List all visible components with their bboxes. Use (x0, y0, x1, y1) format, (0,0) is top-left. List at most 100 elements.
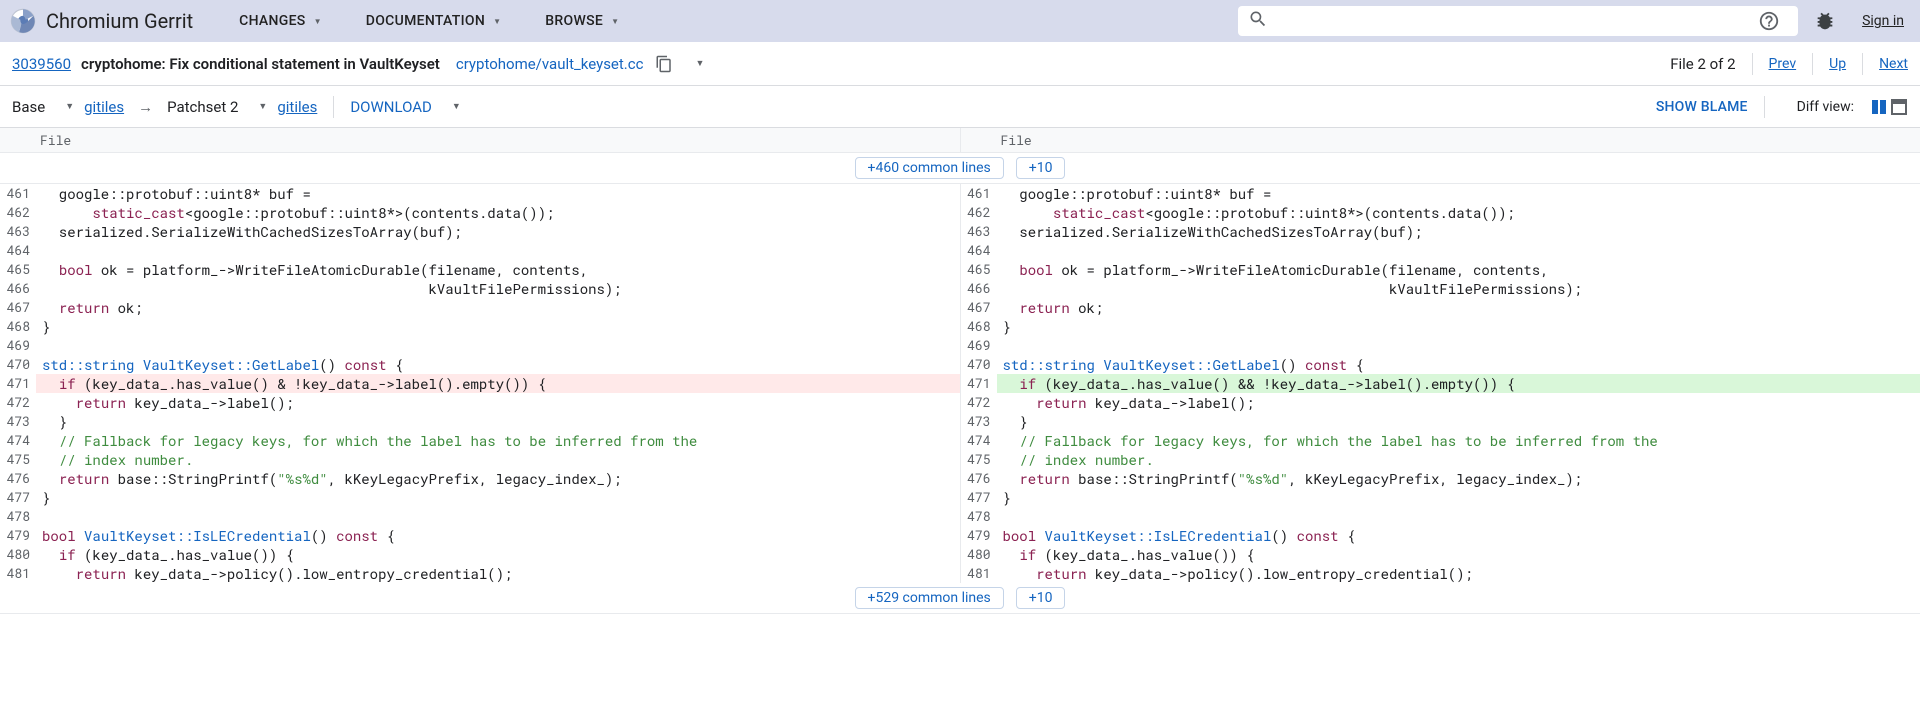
code-line[interactable]: 481 return key_data_->policy().low_entro… (0, 564, 960, 583)
unified-view-icon[interactable] (1890, 98, 1908, 116)
file-counter: File 2 of 2 (1670, 55, 1735, 73)
line-number: 466 (961, 279, 997, 298)
search-input[interactable] (1276, 13, 1750, 29)
code-line[interactable]: 473 } (961, 412, 1920, 431)
code-line[interactable]: 477} (961, 488, 1920, 507)
code-line[interactable]: 466 kVaultFilePermissions); (0, 279, 960, 298)
line-number: 476 (0, 469, 36, 488)
base-gitiles-link[interactable]: gitiles (84, 98, 124, 116)
code-line[interactable]: 472 return key_data_->label(); (961, 393, 1920, 412)
diff-right-side: 461 google::protobuf::uint8* buf =462 st… (961, 184, 1920, 583)
code-line[interactable]: 478 (0, 507, 960, 526)
code-content (997, 241, 1920, 260)
side-by-side-view-icon[interactable] (1870, 98, 1888, 116)
code-line[interactable]: 467 return ok; (961, 298, 1920, 317)
code-line[interactable]: 475 // index number. (961, 450, 1920, 469)
nav-documentation[interactable]: DOCUMENTATION▼ (348, 13, 519, 29)
up-link[interactable]: Up (1829, 56, 1846, 72)
code-line[interactable]: 465 bool ok = platform_->WriteFileAtomic… (961, 260, 1920, 279)
help-icon[interactable] (1758, 10, 1780, 32)
code-content (997, 336, 1920, 355)
chevron-down-icon: ▼ (611, 17, 619, 26)
line-number: 469 (0, 336, 36, 355)
code-content: google::protobuf::uint8* buf = (997, 184, 1920, 203)
code-line[interactable]: 479bool VaultKeyset::IsLECredential() co… (961, 526, 1920, 545)
code-line[interactable]: 480 if (key_data_.has_value()) { (0, 545, 960, 564)
code-line[interactable]: 469 (961, 336, 1920, 355)
code-line[interactable]: 470std::string VaultKeyset::GetLabel() c… (0, 355, 960, 374)
code-line[interactable]: 461 google::protobuf::uint8* buf = (0, 184, 960, 203)
show-blame-button[interactable]: SHOW BLAME (1656, 99, 1748, 115)
code-line[interactable]: 468} (961, 317, 1920, 336)
line-number: 468 (0, 317, 36, 336)
code-line[interactable]: 471 if (key_data_.has_value() && !key_da… (961, 374, 1920, 393)
line-number: 465 (961, 260, 997, 279)
bug-icon[interactable] (1814, 10, 1836, 32)
code-line[interactable]: 475 // index number. (0, 450, 960, 469)
code-line[interactable]: 463 serialized.SerializeWithCachedSizesT… (961, 222, 1920, 241)
file-path-link[interactable]: cryptohome/vault_keyset.cc (456, 55, 644, 73)
code-content: return key_data_->policy().low_entropy_c… (997, 564, 1920, 583)
code-line[interactable]: 468} (0, 317, 960, 336)
code-content: serialized.SerializeWithCachedSizesToArr… (997, 222, 1920, 241)
prev-file-link[interactable]: Prev (1769, 56, 1797, 72)
nav-changes[interactable]: CHANGES▼ (221, 13, 340, 29)
code-line[interactable]: 466 kVaultFilePermissions); (961, 279, 1920, 298)
line-number: 473 (0, 412, 36, 431)
file-header-right: File (961, 128, 1920, 152)
code-content: return base::StringPrintf("%s%d", kKeyLe… (997, 469, 1920, 488)
change-id-link[interactable]: 3039560 (12, 55, 71, 73)
code-line[interactable]: 463 serialized.SerializeWithCachedSizesT… (0, 222, 960, 241)
code-line[interactable]: 480 if (key_data_.has_value()) { (961, 545, 1920, 564)
code-line[interactable]: 471 if (key_data_.has_value() & !key_dat… (0, 374, 960, 393)
code-line[interactable]: 462 static_cast<google::protobuf::uint8*… (961, 203, 1920, 222)
download-dropdown-icon[interactable]: ▼ (452, 101, 461, 112)
code-line[interactable]: 464 (0, 241, 960, 260)
expand-10-button[interactable]: +10 (1016, 157, 1066, 179)
expand-common-lines-button[interactable]: +529 common lines (855, 587, 1004, 609)
base-dropdown-icon[interactable]: ▼ (65, 101, 74, 112)
code-line[interactable]: 469 (0, 336, 960, 355)
separator (1752, 53, 1753, 75)
search-box[interactable] (1238, 6, 1798, 36)
code-content: // index number. (997, 450, 1920, 469)
code-content (997, 507, 1920, 526)
file-header-left: File (0, 128, 961, 152)
patchset-dropdown-icon[interactable]: ▼ (258, 101, 267, 112)
line-number: 461 (961, 184, 997, 203)
code-line[interactable]: 476 return base::StringPrintf("%s%d", kK… (961, 469, 1920, 488)
download-link[interactable]: DOWNLOAD (350, 98, 432, 116)
code-line[interactable]: 472 return key_data_->label(); (0, 393, 960, 412)
code-line[interactable]: 467 return ok; (0, 298, 960, 317)
copy-icon[interactable] (653, 53, 675, 75)
code-line[interactable]: 478 (961, 507, 1920, 526)
line-number: 472 (0, 393, 36, 412)
line-number: 474 (961, 431, 997, 450)
code-content: return ok; (36, 298, 960, 317)
code-line[interactable]: 477} (0, 488, 960, 507)
next-file-link[interactable]: Next (1879, 56, 1908, 72)
code-line[interactable]: 470std::string VaultKeyset::GetLabel() c… (961, 355, 1920, 374)
code-line[interactable]: 462 static_cast<google::protobuf::uint8*… (0, 203, 960, 222)
code-content: bool VaultKeyset::IsLECredential() const… (36, 526, 960, 545)
sign-in-link[interactable]: Sign in (1862, 13, 1904, 29)
expand-common-lines-button[interactable]: +460 common lines (855, 157, 1004, 179)
code-line[interactable]: 479bool VaultKeyset::IsLECredential() co… (0, 526, 960, 545)
code-line[interactable]: 465 bool ok = platform_->WriteFileAtomic… (0, 260, 960, 279)
diff-left-side: 461 google::protobuf::uint8* buf =462 st… (0, 184, 961, 583)
code-line[interactable]: 481 return key_data_->policy().low_entro… (961, 564, 1920, 583)
code-content (36, 507, 960, 526)
code-content: } (997, 317, 1920, 336)
file-dropdown-icon[interactable]: ▼ (695, 58, 704, 69)
code-line[interactable]: 464 (961, 241, 1920, 260)
code-line[interactable]: 476 return base::StringPrintf("%s%d", kK… (0, 469, 960, 488)
code-line[interactable]: 474 // Fallback for legacy keys, for whi… (961, 431, 1920, 450)
code-content: if (key_data_.has_value() & !key_data_->… (36, 374, 960, 393)
nav-browse[interactable]: BROWSE▼ (527, 13, 637, 29)
code-line[interactable]: 473 } (0, 412, 960, 431)
chevron-down-icon: ▼ (314, 17, 322, 26)
patchset-gitiles-link[interactable]: gitiles (277, 98, 317, 116)
code-line[interactable]: 474 // Fallback for legacy keys, for whi… (0, 431, 960, 450)
expand-10-button[interactable]: +10 (1016, 587, 1066, 609)
code-line[interactable]: 461 google::protobuf::uint8* buf = (961, 184, 1920, 203)
